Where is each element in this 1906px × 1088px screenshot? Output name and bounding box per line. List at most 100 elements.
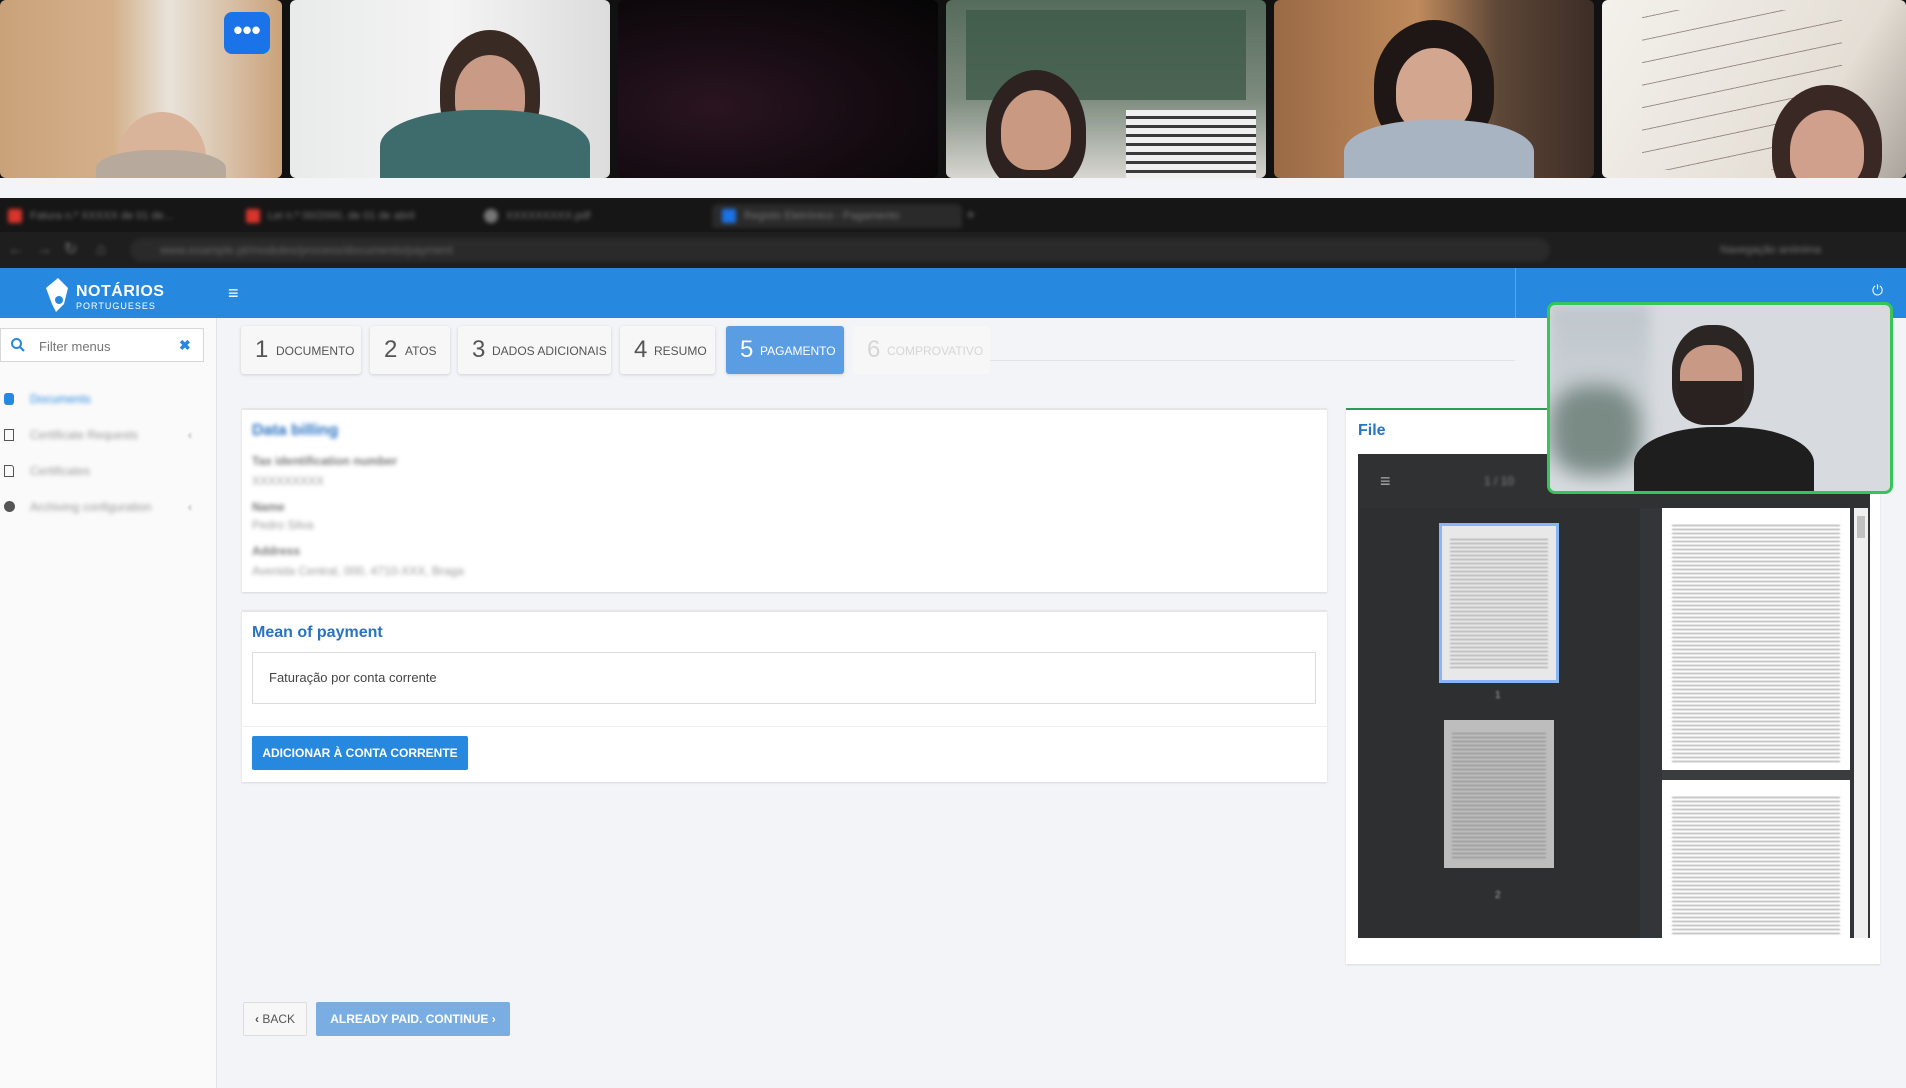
name-value: Pedro Silva [252,518,314,532]
pdf-thumbnail-2[interactable] [1444,720,1554,868]
name-label: Name [252,500,285,514]
clear-filter-icon[interactable]: ✖ [179,337,195,353]
step-number: 5 [740,336,754,363]
search-icon [11,338,25,352]
browser-tab-title: Fatura n.º XXXXX de 01 de... [30,210,173,222]
background-plant [1550,385,1640,475]
step-tab-documento[interactable]: 1 DOCUMENTO [241,326,361,374]
filter-menus-input[interactable] [37,335,171,357]
chevron-left-icon: ‹ [254,1012,259,1026]
sidebar-toggle-icon[interactable]: ≡ [1380,472,1391,490]
chevron-left-icon: ‹ [188,500,192,514]
logo-subtitle: PORTUGUESES [76,301,156,311]
gear-icon [4,501,15,512]
sidebar-item-label: Documents [30,392,91,406]
back-button[interactable]: ‹ BACK [243,1002,307,1036]
app-favicon-icon [722,209,736,224]
continue-button-label: ALREADY PAID. CONTINUE [330,1012,489,1026]
step-tab-comprovativo: 6 COMPROVATIVO [853,326,990,374]
participant-video-5[interactable] [1274,0,1594,178]
pdf-favicon-icon [246,209,260,224]
browser-tab-title: Registo Eletrónico - Pagamento [744,210,900,222]
home-icon[interactable]: ⌂ [96,238,106,262]
browser-tab-4-active[interactable]: Registo Eletrónico - Pagamento [712,204,962,228]
thumbnail-number: 1 [1495,690,1501,701]
step-tab-resumo[interactable]: 4 RESUMO [620,326,715,374]
browser-tab-2[interactable]: Lei n.º 00/2000, de 01 de abril [246,204,476,228]
power-icon[interactable]: ⏻ [1872,282,1883,299]
step-tab-dados-adicionais[interactable]: 3 DADOS ADICIONAIS [458,326,611,374]
payment-method-select[interactable]: Faturação por conta corrente [252,652,1316,704]
step-label: COMPROVATIVO [887,344,984,358]
menu-toggle-icon[interactable]: ≡ [228,284,244,302]
participant-video-2[interactable] [290,0,610,178]
logo-title: NOTÁRIOS [76,283,165,300]
billing-title: Data billing [252,422,339,439]
step-tab-pagamento[interactable]: 5 PAGAMENTO [726,326,844,374]
page-text-block [1672,522,1840,762]
participant-video-3[interactable] [618,0,938,178]
browser-tab-3[interactable]: XXXXXXXXX.pdf [484,204,704,228]
page-indicator[interactable]: 1 / 10 [1484,474,1514,488]
payment-title: Mean of payment [252,624,383,641]
browser-tab-1[interactable]: Fatura n.º XXXXX de 01 de... [8,204,238,228]
billing-panel: Data billing Tax identification number X… [242,408,1327,592]
step-label: ATOS [405,344,437,358]
sidebar-item-archiving-configuration[interactable]: Archiving configuration ‹ [0,492,204,522]
browser-tab-title: Lei n.º 00/2000, de 01 de abril [268,210,415,222]
scrollbar-thumb[interactable] [1857,516,1865,538]
browser-tab-bar: Fatura n.º XXXXX de 01 de... Lei n.º 00/… [0,198,1906,232]
header-divider [1515,268,1516,318]
file-title: File [1358,422,1386,439]
add-to-account-button[interactable]: ADICIONAR À CONTA CORRENTE [252,736,468,770]
step-number: 2 [384,336,398,363]
sidebar-item-documents[interactable]: Documents [0,384,204,414]
address-value: Avenida Central, 000, 4710-XXX, Braga [252,564,464,578]
step-number: 6 [867,336,881,363]
sidebar-item-certificate-requests[interactable]: Certificate Requests ‹ [0,420,204,450]
pdf-viewer[interactable]: ≡ 1 / 10 1 2 [1358,454,1870,938]
payment-divider [242,726,1327,727]
step-number: 4 [634,336,648,363]
step-tab-atos[interactable]: 2 ATOS [370,326,450,374]
person-shoulders [1634,427,1814,491]
page-text-block [1672,794,1840,934]
filter-menus-box: ✖ [0,328,204,362]
sidebar-item-label: Certificates [30,464,91,478]
forward-nav-icon[interactable]: → [36,238,52,262]
url-field[interactable]: www.example.pt/modules/process/documents… [130,238,1550,262]
back-nav-icon[interactable]: ← [8,238,24,262]
pdf-favicon-icon [8,209,22,224]
step-label: DOCUMENTO [276,344,355,358]
participant-video-4[interactable] [946,0,1266,178]
sidebar-item-certificates[interactable]: Certificates [0,456,204,486]
profile-badge[interactable]: Navegação anónima [1720,238,1821,262]
logo-mark-icon [46,278,68,312]
pdf-thumbnail-1[interactable] [1439,523,1559,683]
sidebar-item-label: Certificate Requests [30,428,139,442]
chevron-right-icon: › [491,1012,496,1026]
participant-video-6[interactable] [1602,0,1906,178]
already-paid-continue-button[interactable]: ALREADY PAID. CONTINUE › [316,1002,510,1036]
page-gap [1662,770,1850,780]
tax-id-value: XXXXXXXXX [252,474,325,488]
pdf-thumbnails: 1 2 [1358,508,1640,938]
thumbnail-number: 2 [1495,890,1501,901]
globe-favicon-icon [484,209,498,224]
notarios-logo[interactable]: NOTÁRIOS PORTUGUESES [42,274,165,314]
person-beard [1678,381,1744,425]
browser-address-bar: ← → ↻ ⌂ www.example.pt/modules/process/d… [0,232,1906,268]
pdf-page [1662,508,1850,938]
more-options-button[interactable]: ••• [224,12,270,54]
pdf-scrollbar[interactable] [1854,508,1868,938]
tax-id-label: Tax identification number [252,454,398,468]
checkbox-icon [4,429,14,441]
self-view-video[interactable] [1547,302,1893,494]
reload-icon[interactable]: ↻ [64,238,77,262]
back-button-label: BACK [262,1012,296,1026]
step-label: RESUMO [654,344,707,358]
sidebar-item-label: Archiving configuration [30,500,152,514]
address-label: Address [252,544,301,558]
step-number: 3 [472,336,486,363]
new-tab-button[interactable]: + [966,204,986,228]
